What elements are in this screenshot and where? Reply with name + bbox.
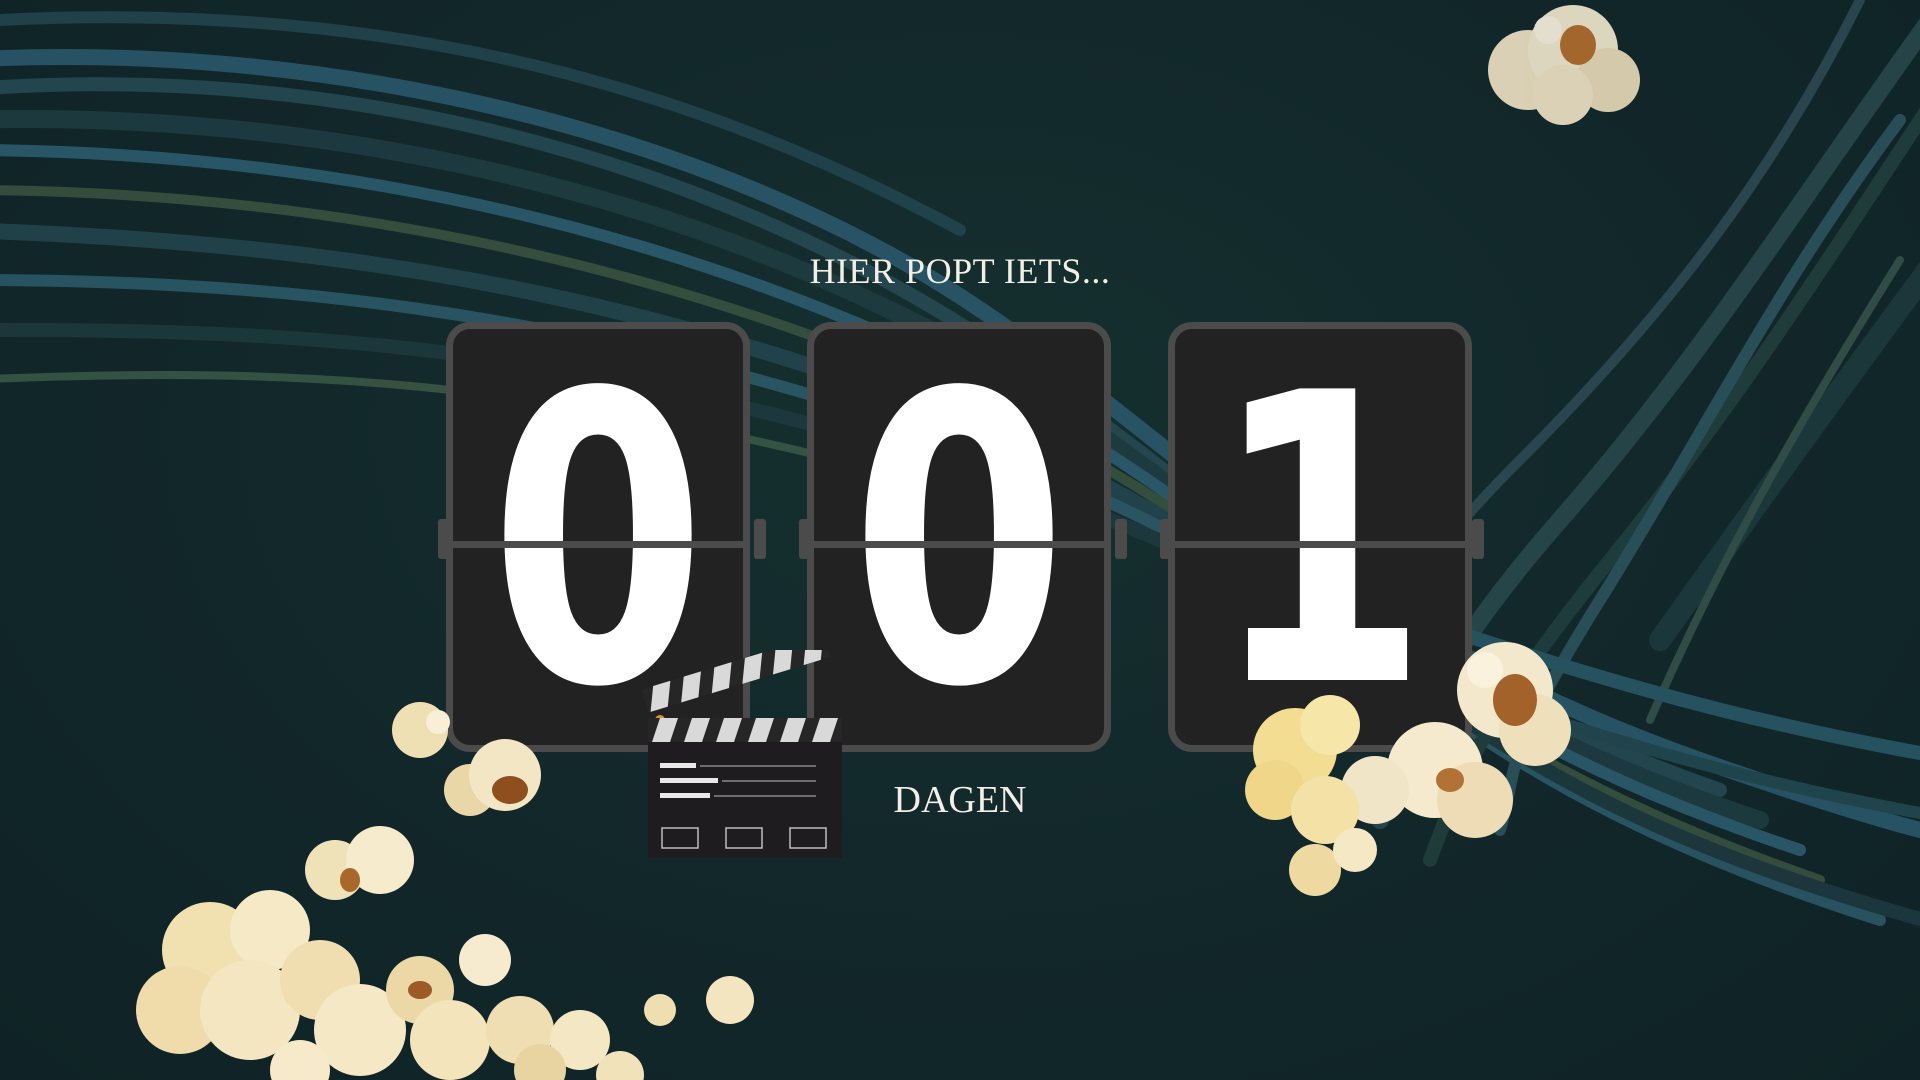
popcorn-top-right-icon bbox=[1488, 5, 1640, 125]
hinge-tab bbox=[438, 519, 450, 559]
hinge-tab bbox=[799, 519, 811, 559]
headline: HIER POPT IETS... bbox=[809, 251, 1111, 291]
flip-card-2: 0 bbox=[807, 322, 1111, 752]
flip-card-hinge bbox=[453, 541, 743, 548]
hinge-tab bbox=[1160, 519, 1172, 559]
popcorn-bottom-left-icon bbox=[136, 702, 754, 1080]
popcorn-right-icon bbox=[1245, 642, 1571, 896]
hinge-tab bbox=[1115, 519, 1127, 559]
hinge-tab bbox=[754, 519, 766, 559]
flip-card-hinge bbox=[1175, 541, 1465, 548]
hinge-tab bbox=[1472, 519, 1484, 559]
flip-card-hinge bbox=[814, 541, 1104, 548]
unit-label: DAGEN bbox=[893, 779, 1027, 821]
countdown-screen: HIER POPT IETS... 0 0 1 DAGEN bbox=[0, 0, 1920, 1080]
